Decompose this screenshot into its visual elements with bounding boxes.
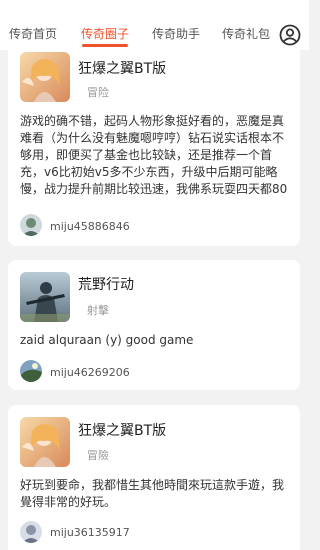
post-card[interactable]: 荒野行动 射擊 zaid alquraan (y) good game miju… bbox=[8, 260, 300, 390]
game-title[interactable]: 狂爆之翼BT版 bbox=[78, 422, 166, 440]
game-icon[interactable] bbox=[20, 272, 70, 322]
tab-assistant[interactable]: 传奇助手 bbox=[152, 27, 200, 41]
post-text[interactable]: 游戏的确不错，起码人物形象挺好看的，恶魔是真难看（为什么没有魅魔嗯哼哼）钻石说实… bbox=[20, 113, 292, 198]
avatar[interactable] bbox=[20, 360, 42, 382]
game-category: 冒险 bbox=[87, 86, 109, 99]
avatar[interactable] bbox=[20, 214, 42, 236]
user-circle-icon[interactable] bbox=[279, 24, 301, 46]
game-title[interactable]: 荒野行动 bbox=[78, 276, 134, 294]
tab-strip: 传奇首页 传奇圈子 传奇助手 传奇礼包 bbox=[0, 0, 272, 50]
author-name[interactable]: miju46269206 bbox=[50, 366, 130, 380]
tab-home[interactable]: 传奇首页 bbox=[9, 27, 57, 41]
tab-gifts[interactable]: 传奇礼包 bbox=[222, 27, 270, 41]
author-name[interactable]: miju45886846 bbox=[50, 220, 130, 234]
active-tab-indicator bbox=[82, 44, 128, 47]
game-category: 冒險 bbox=[87, 449, 109, 462]
game-icon[interactable] bbox=[20, 417, 70, 467]
avatar[interactable] bbox=[20, 521, 42, 543]
post-text[interactable]: zaid alquraan (y) good game bbox=[20, 332, 292, 349]
post-text[interactable]: 好玩到要命，我都惜生其他時間來玩這款手遊，我覺得非常的好玩。 bbox=[20, 477, 292, 511]
post-feed[interactable]: 狂爆之翼BT版 冒险 游戏的确不错，起码人物形象挺好看的，恶魔是真难看（为什么没… bbox=[0, 0, 309, 550]
game-title[interactable]: 狂爆之翼BT版 bbox=[78, 60, 166, 78]
author-name[interactable]: miju36135917 bbox=[50, 526, 130, 540]
top-nav-bar: 传奇首页 传奇圈子 传奇助手 传奇礼包 bbox=[0, 0, 309, 50]
post-card[interactable]: 狂爆之翼BT版 冒險 好玩到要命，我都惜生其他時間來玩這款手遊，我覺得非常的好玩… bbox=[8, 405, 300, 550]
tab-circle[interactable]: 传奇圈子 bbox=[81, 27, 129, 41]
game-icon[interactable] bbox=[20, 52, 70, 102]
post-card[interactable]: 狂爆之翼BT版 冒险 游戏的确不错，起码人物形象挺好看的，恶魔是真难看（为什么没… bbox=[8, 40, 300, 246]
game-category: 射擊 bbox=[87, 304, 109, 317]
